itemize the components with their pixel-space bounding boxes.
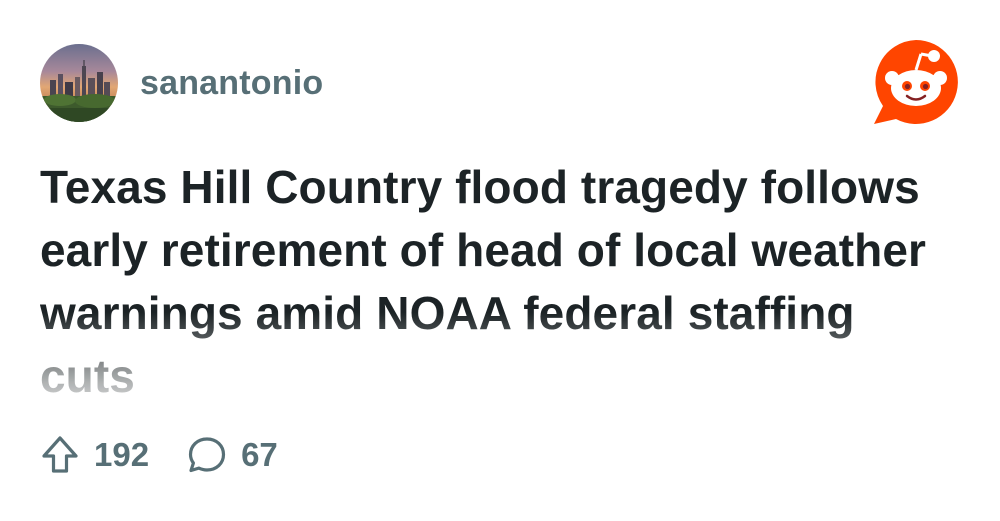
skyline-avatar-image: [40, 44, 118, 122]
post-card[interactable]: sanantonio Texas Hill Country flood trag…: [0, 0, 1000, 521]
post-header: sanantonio: [40, 44, 323, 122]
post-stats: 192 67: [40, 432, 278, 478]
community-name[interactable]: sanantonio: [140, 64, 323, 103]
upvote-arrow-icon[interactable]: [40, 435, 80, 475]
comment-bubble-icon[interactable]: [187, 435, 227, 475]
reddit-logo: [870, 36, 962, 128]
comment-count: 67: [241, 436, 278, 473]
comment-stat[interactable]: 67: [187, 435, 278, 475]
upvote-stat[interactable]: 192: [40, 435, 149, 475]
reddit-snoo-icon: [874, 40, 958, 124]
community-avatar[interactable]: [40, 44, 118, 122]
upvote-count: 192: [94, 436, 150, 473]
post-title[interactable]: Texas Hill Country flood tragedy follows…: [40, 156, 940, 408]
